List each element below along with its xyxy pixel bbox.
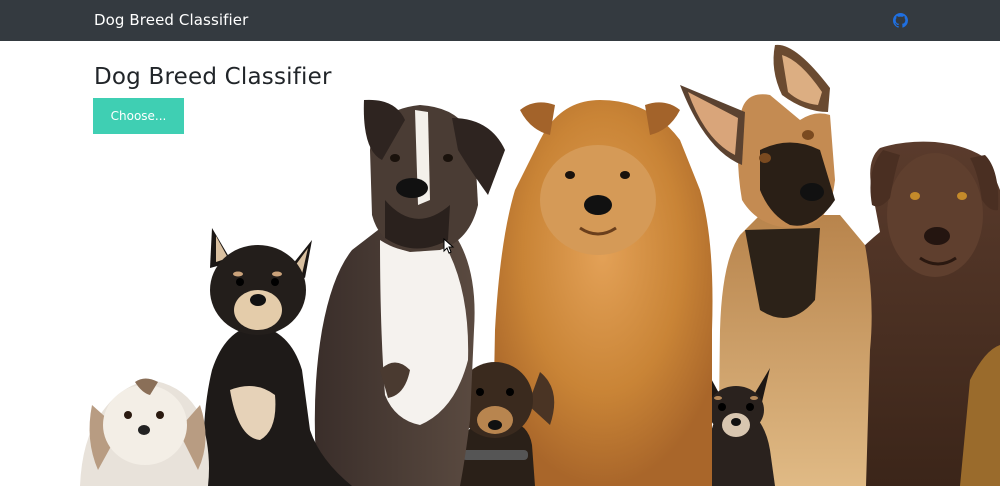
page-title: Dog Breed Classifier bbox=[94, 64, 332, 90]
github-icon[interactable] bbox=[893, 13, 908, 28]
top-navbar: Dog Breed Classifier bbox=[0, 0, 1000, 41]
choose-file-button[interactable]: Choose... bbox=[93, 98, 184, 134]
chow-chow-dog bbox=[492, 100, 713, 486]
shih-tzu-dog bbox=[80, 378, 209, 486]
mouse-cursor-icon bbox=[443, 238, 455, 254]
navbar-brand[interactable]: Dog Breed Classifier bbox=[94, 11, 248, 29]
